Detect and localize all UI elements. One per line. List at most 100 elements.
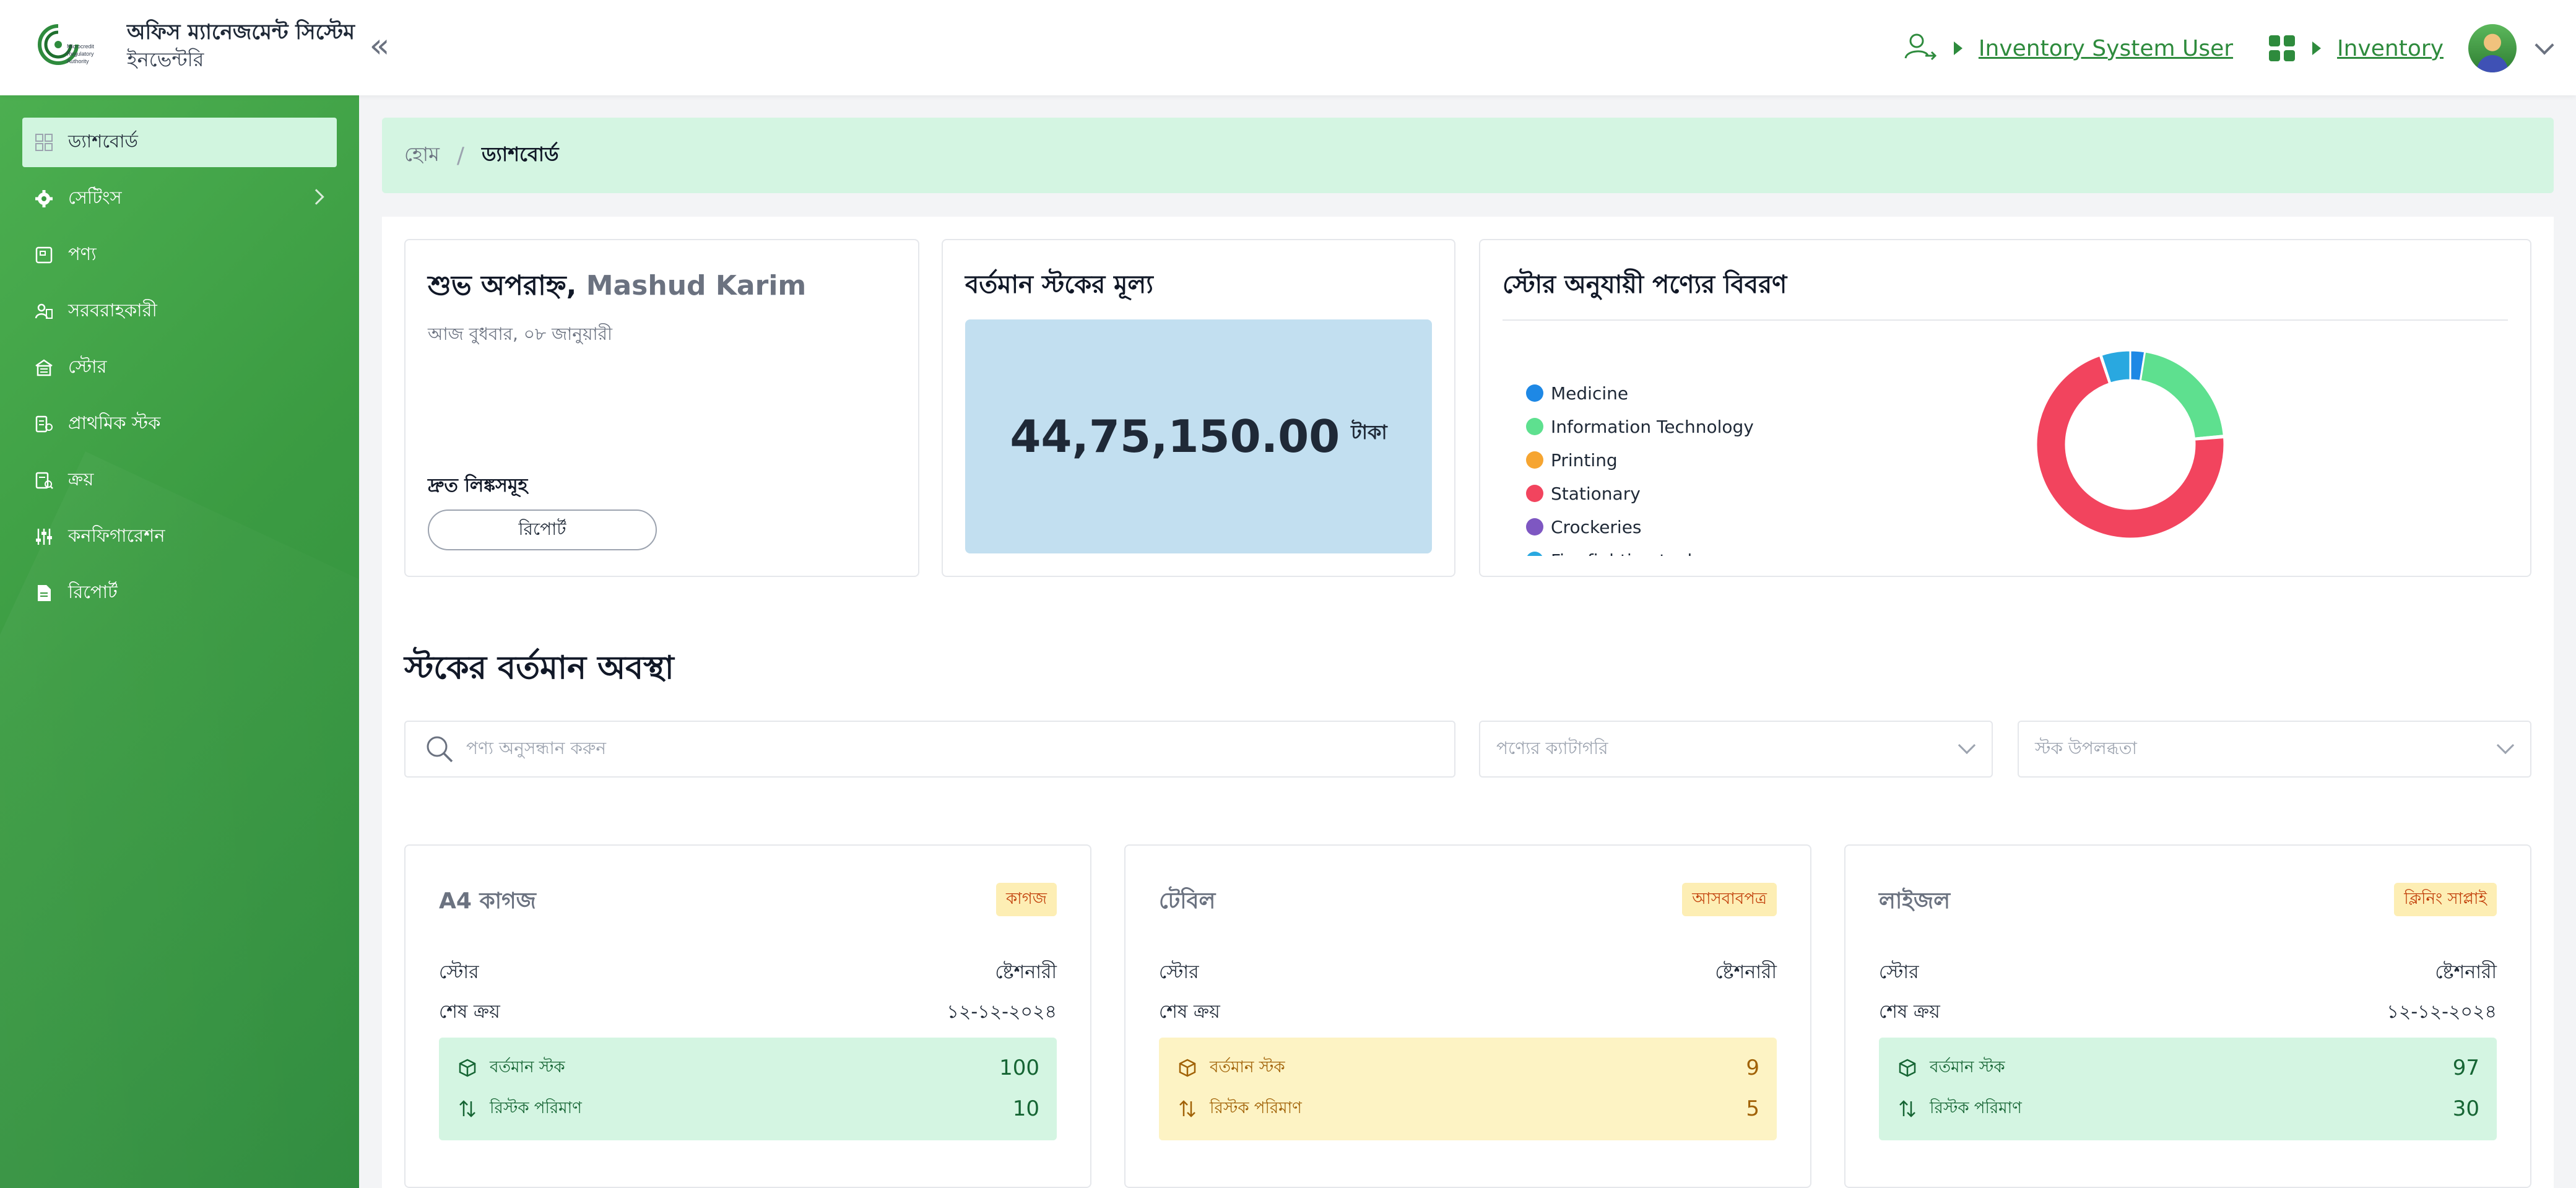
legend-item[interactable]: Medicine bbox=[1526, 376, 1836, 410]
svg-text:Authority: Authority bbox=[67, 58, 89, 64]
sidebar-nav: ড্যাশবোর্ড সেটিংস পণ্য সরবরাহকারী স্টোর … bbox=[22, 118, 337, 625]
store-chart-title: স্টোর অনুযায়ী পণ্যের বিবরণ bbox=[1503, 271, 1787, 299]
last-purchase-value: ১২-১২-২০২৪ bbox=[947, 1001, 1057, 1023]
sidebar-item-products[interactable]: পণ্য bbox=[22, 230, 337, 280]
legend-label: Stationary bbox=[1551, 483, 1641, 504]
chevron-down-icon bbox=[2496, 736, 2515, 755]
quick-link-report-button[interactable]: রিপোর্ট bbox=[428, 509, 657, 550]
current-stock-label: বর্তমান স্টক bbox=[1930, 1058, 2005, 1077]
breadcrumb-separator: / bbox=[456, 142, 464, 168]
svg-text:Microcredit: Microcredit bbox=[67, 43, 95, 50]
caret-right-icon bbox=[2312, 41, 2322, 55]
module-link[interactable]: Inventory bbox=[2337, 36, 2444, 61]
category-badge: কাগজ bbox=[995, 883, 1057, 916]
chevron-down-icon[interactable] bbox=[2535, 35, 2554, 55]
sidebar-item-configuration[interactable]: কনফিগারেশন bbox=[22, 512, 337, 561]
last-purchase-row: শেষ ক্রয় ১২-১২-২০২৪ bbox=[1879, 997, 2497, 1028]
store-donut-chart bbox=[2035, 349, 2226, 540]
sidebar-item-settings[interactable]: সেটিংস bbox=[22, 174, 337, 223]
store-label: স্টোর bbox=[1879, 961, 1919, 983]
legend-label: Fire fighting tools bbox=[1551, 550, 1701, 557]
legend-dot bbox=[1526, 418, 1543, 435]
user-name: Mashud Karim bbox=[586, 270, 807, 301]
dashboard-icon bbox=[33, 132, 54, 153]
chevron-down-icon bbox=[1958, 736, 1976, 755]
sidebar-item-store[interactable]: স্টোর bbox=[22, 343, 337, 392]
product-card[interactable]: টেবিল আসবাবপত্র স্টোর ষ্টেশনারী শেষ ক্রয… bbox=[1124, 844, 1811, 1188]
user-switch-icon bbox=[1904, 33, 1937, 61]
last-purchase-value: ১২-১২-২০২৪ bbox=[2387, 1001, 2497, 1023]
current-stock-row: বর্তমান স্টক 100 bbox=[456, 1047, 1039, 1088]
sidebar-item-label: প্রাথমিক স্টক bbox=[68, 412, 161, 433]
greeting-text: শুভ অপরাহ্ন, bbox=[428, 270, 577, 301]
current-stock-row: বর্তমান স্টক 9 bbox=[1176, 1047, 1759, 1088]
app-title: অফিস ম্যানেজমেন্ট সিস্টেম bbox=[127, 20, 355, 45]
sidebar-item-label: রিপোর্ট bbox=[68, 581, 118, 602]
legend-label: Medicine bbox=[1551, 383, 1629, 404]
stock-status-box: বর্তমান স্টক 100 রিস্টক পরিমাণ 10 bbox=[439, 1038, 1057, 1140]
main-panel: শুভ অপরাহ্ন, Mashud Karim আজ বুধবার, ০৮ … bbox=[382, 217, 2554, 1188]
legend-item[interactable]: Crockeries bbox=[1526, 510, 1836, 544]
legend-dot bbox=[1526, 518, 1543, 535]
product-card[interactable]: লাইজল ক্লিনিং সাপ্লাই স্টোর ষ্টেশনারী শে… bbox=[1844, 844, 2531, 1188]
legend-item[interactable]: Stationary bbox=[1526, 477, 1836, 510]
stock-section-title: স্টকের বর্তমান অবস্থা bbox=[404, 649, 674, 687]
legend-dot bbox=[1526, 485, 1543, 502]
category-select-placeholder: পণ্যের ক্যাটাগরি bbox=[1496, 737, 1608, 758]
sidebar-item-report[interactable]: রিপোর্ট bbox=[22, 568, 337, 618]
restock-row: রিস্টক পরিমাণ 30 bbox=[1896, 1088, 2479, 1129]
user-role-link[interactable]: Inventory System User bbox=[1979, 36, 2233, 61]
mra-logo: Microcredit Regulatory Authority bbox=[38, 24, 95, 65]
caret-right-icon bbox=[1953, 41, 1962, 55]
category-select[interactable]: পণ্যের ক্যাটাগরি bbox=[1479, 721, 1993, 778]
top-header: Microcredit Regulatory Authority অফিস ম্… bbox=[0, 0, 2576, 95]
greeting-card: শুভ অপরাহ্ন, Mashud Karim আজ বুধবার, ০৮ … bbox=[404, 239, 919, 577]
legend-dot bbox=[1526, 451, 1543, 469]
restock-label: রিস্টক পরিমাণ bbox=[490, 1099, 582, 1117]
breadcrumb-home-link[interactable]: হোম bbox=[404, 139, 440, 172]
purchase-icon bbox=[33, 470, 54, 491]
last-purchase-row: শেষ ক্রয় bbox=[1159, 997, 1777, 1028]
sidebar-item-purchase[interactable]: ক্রয় bbox=[22, 456, 337, 505]
sidebar-collapse-button[interactable]: « bbox=[364, 29, 395, 63]
supplier-icon bbox=[33, 301, 54, 322]
sidebar-item-suppliers[interactable]: সরবরাহকারী bbox=[22, 287, 337, 336]
store-label: স্টোর bbox=[1159, 961, 1199, 983]
current-stock-label: বর্তমান স্টক bbox=[1210, 1058, 1285, 1077]
current-stock-value: 100 bbox=[999, 1056, 1039, 1080]
brand: অফিস ম্যানেজমেন্ট সিস্টেম ইনভেন্টরি bbox=[127, 19, 355, 73]
restock-row: রিস্টক পরিমাণ 10 bbox=[456, 1088, 1039, 1129]
product-search-field[interactable]: পণ্য অনুসন্ধান করুন bbox=[404, 721, 1455, 778]
sidebar: ড্যাশবোর্ড সেটিংস পণ্য সরবরাহকারী স্টোর … bbox=[0, 95, 359, 1188]
legend-label: Printing bbox=[1551, 449, 1618, 470]
product-name: লাইজল bbox=[1879, 888, 1951, 914]
store-icon bbox=[33, 357, 54, 378]
legend-item[interactable]: Information Technology bbox=[1526, 410, 1836, 443]
chevron-right-icon bbox=[308, 189, 324, 205]
avatar[interactable] bbox=[2468, 24, 2517, 72]
current-stock-row: বর্তমান স্টক 97 bbox=[1896, 1047, 2479, 1088]
restock-value: 30 bbox=[2452, 1096, 2479, 1121]
legend-item[interactable]: Fire fighting tools bbox=[1526, 544, 1836, 556]
svg-text:Regulatory: Regulatory bbox=[67, 51, 94, 57]
search-input[interactable]: পণ্য অনুসন্ধান করুন bbox=[466, 735, 606, 764]
current-stock-value: 9 bbox=[1746, 1056, 1759, 1080]
product-card[interactable]: A4 কাগজ কাগজ স্টোর ষ্টেশনারী শেষ ক্রয় ১… bbox=[404, 844, 1091, 1188]
donut-slice-information-technology[interactable] bbox=[2139, 350, 2225, 440]
swap-vertical-icon bbox=[456, 1098, 479, 1120]
search-icon bbox=[427, 736, 453, 763]
apps-grid-icon[interactable] bbox=[2268, 34, 2296, 63]
sidebar-item-dashboard[interactable]: ড্যাশবোর্ড bbox=[22, 118, 337, 167]
availability-select[interactable]: স্টক উপলব্ধতা bbox=[2018, 721, 2531, 778]
app-subtitle: ইনভেন্টরি bbox=[127, 48, 204, 71]
box-icon bbox=[1176, 1057, 1199, 1079]
stock-value-card: বর্তমান স্টকের মূল্য 44,75,150.00 টাকা bbox=[942, 239, 1455, 577]
breadcrumb-current: ড্যাশবোর্ড bbox=[481, 142, 559, 166]
sidebar-item-initial-stock[interactable]: প্রাথমিক স্টক bbox=[22, 399, 337, 449]
breadcrumb: হোম / ড্যাশবোর্ড bbox=[382, 118, 2554, 193]
box-icon bbox=[1896, 1057, 1919, 1079]
legend-item[interactable]: Printing bbox=[1526, 443, 1836, 477]
restock-row: রিস্টক পরিমাণ 5 bbox=[1176, 1088, 1759, 1129]
sidebar-item-label: ক্রয় bbox=[68, 468, 94, 490]
product-name: A4 কাগজ bbox=[439, 888, 536, 914]
